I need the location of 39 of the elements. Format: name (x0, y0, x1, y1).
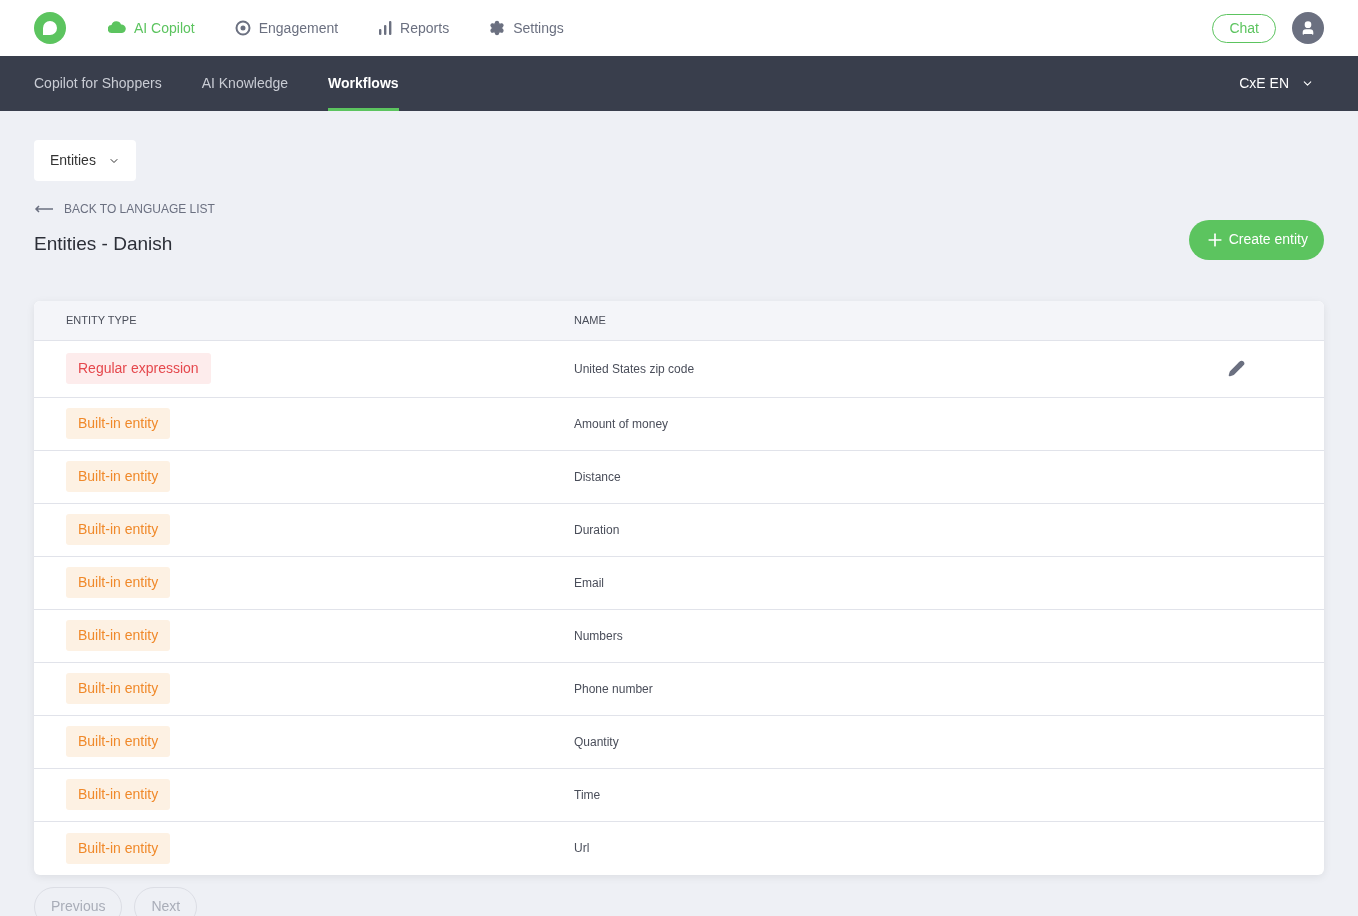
entity-type-tag: Built-in entity (66, 779, 171, 810)
bar-chart-icon (378, 21, 393, 35)
entity-name: Email (574, 574, 604, 592)
nav-link[interactable]: Settings (489, 17, 564, 39)
entity-type-tag: Built-in entity (66, 514, 171, 545)
view-dropdown[interactable]: Entities (34, 140, 136, 181)
page-title: Entities - Danish (34, 232, 174, 256)
entity-type-tag: Built-in entity (66, 461, 171, 492)
entity-name: Duration (574, 521, 620, 539)
column-header: NAME (574, 312, 606, 328)
entity-name: United States zip code (574, 360, 695, 378)
sub-nav-tab[interactable]: Workflows (328, 56, 399, 111)
column-header: ENTITY TYPE (66, 312, 138, 328)
sub-nav-tab[interactable]: AI Knowledge (201, 56, 289, 111)
back-link[interactable]: BACK TO LANGUAGE LIST (34, 200, 215, 218)
cloud-icon (108, 21, 126, 35)
sub-nav-tab[interactable]: Copilot for Shoppers (34, 56, 162, 111)
account-selector[interactable]: CxE EN (1239, 56, 1324, 111)
entity-type-tag: Built-in entity (66, 832, 171, 864)
entity-type-tag: Built-in entity (66, 673, 171, 704)
entity-name: Url (574, 840, 590, 857)
entity-type-tag: Built-in entity (66, 620, 171, 651)
entity-name: Numbers (574, 627, 623, 645)
avatar-icon[interactable] (1292, 12, 1324, 44)
entity-name: Quantity (574, 733, 619, 751)
entity-type-tag: Regular expression (66, 353, 211, 384)
entity-type-tag: Built-in entity (66, 567, 171, 598)
entity-name: Distance (574, 468, 621, 486)
nav-link[interactable]: Engagement (234, 17, 339, 39)
entity-type-tag: Built-in entity (66, 726, 171, 757)
entity-name: Phone number (574, 680, 653, 698)
target-icon (234, 20, 251, 36)
entity-type-tag: Built-in entity (66, 408, 171, 439)
arrow-left-icon (34, 205, 54, 213)
entity-name: Amount of money (574, 415, 669, 433)
nav-link[interactable]: Reports (378, 17, 450, 39)
entity-name: Time (574, 786, 601, 804)
settings-icon (489, 20, 506, 36)
edit-icon[interactable] (1228, 360, 1245, 377)
